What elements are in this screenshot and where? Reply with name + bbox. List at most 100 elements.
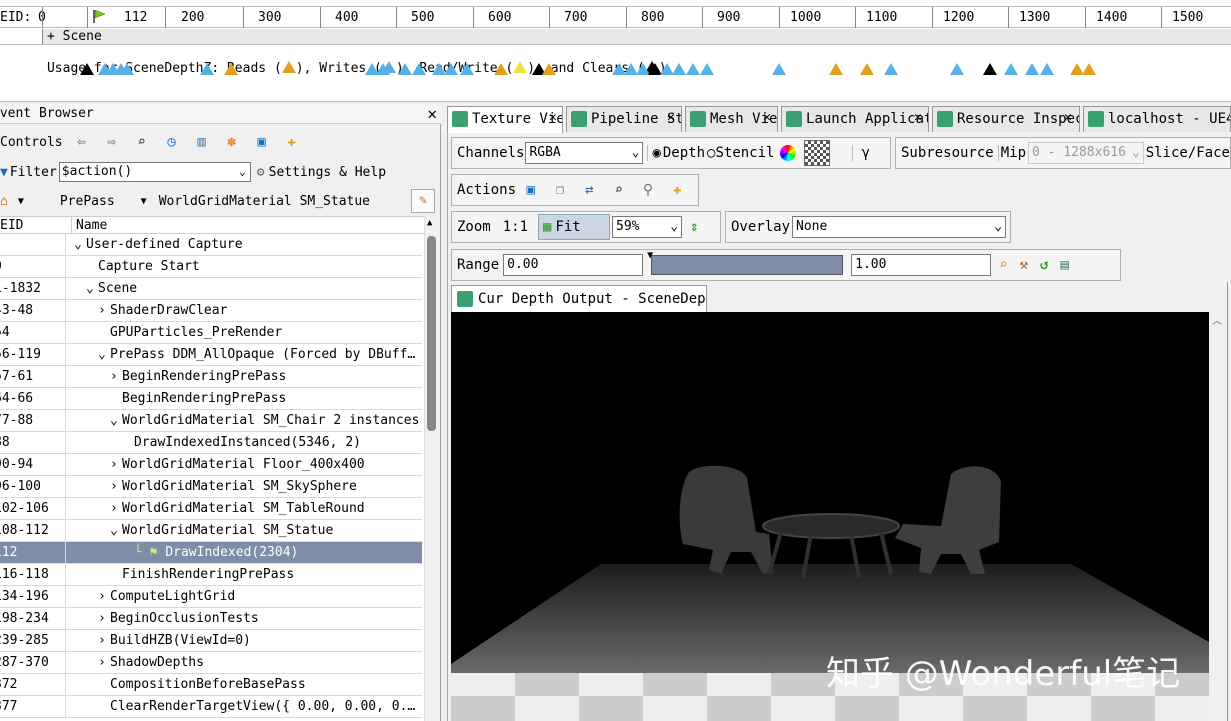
binoculars-icon[interactable]: ⌕ bbox=[133, 133, 151, 151]
usage-marker[interactable] bbox=[398, 63, 412, 75]
fit-button[interactable]: ▦ Fit bbox=[538, 214, 611, 240]
chevron-right-icon[interactable]: › bbox=[98, 586, 110, 607]
usage-marker[interactable] bbox=[460, 63, 474, 75]
chevron-down-icon[interactable]: ▼ bbox=[141, 196, 147, 207]
tree-row[interactable]: 198-234 ›BeginOcclusionTests bbox=[0, 608, 422, 630]
range-slider[interactable]: ▼ △ bbox=[647, 250, 847, 281]
puzzle-icon[interactable]: ✚ bbox=[283, 133, 301, 151]
viewport-scrollbar[interactable]: ︿ bbox=[1209, 312, 1225, 721]
clock-icon[interactable]: ◷ bbox=[163, 133, 181, 151]
event-tree[interactable]: ⌄User-defined Capture0Capture Start1-183… bbox=[0, 234, 424, 721]
usage-marker[interactable] bbox=[950, 63, 964, 75]
zoom-ratio-button[interactable]: 1:1 bbox=[503, 219, 528, 235]
breadcrumb-item[interactable]: PrePass bbox=[60, 194, 115, 209]
depth-radio[interactable]: ◉ bbox=[647, 145, 661, 161]
tree-row[interactable]: 88 DrawIndexedInstanced(5346, 2) bbox=[0, 432, 422, 454]
usage-marker[interactable] bbox=[494, 63, 508, 75]
chevron-right-icon[interactable]: › bbox=[98, 630, 110, 651]
tree-row[interactable]: 0 Capture Start bbox=[0, 256, 422, 278]
tree-row[interactable]: 112 └ ⚑ DrawIndexed(2304) bbox=[0, 542, 422, 564]
stencil-radio[interactable]: ○ bbox=[707, 145, 715, 161]
chevron-right-icon[interactable]: › bbox=[98, 608, 110, 629]
tab-launch-application[interactable]: Launch Application bbox=[781, 106, 929, 132]
tree-row[interactable]: 377 ClearRenderTargetView({ 0.00, 0.00, 0… bbox=[0, 696, 422, 718]
view-tab[interactable]: Cur Depth Output - SceneDepthZ bbox=[451, 285, 707, 312]
chevron-down-icon[interactable]: ⌄ bbox=[110, 410, 122, 431]
usage-marker[interactable] bbox=[444, 63, 458, 75]
tree-row[interactable]: 102-106 ›WorldGridMaterial SM_TableRound bbox=[0, 498, 422, 520]
puzzle-icon[interactable]: ✚ bbox=[669, 181, 686, 199]
range-max-input[interactable]: 1.00 bbox=[851, 254, 992, 276]
mip-select[interactable]: 0 - 1288x616 ⌄ bbox=[1028, 142, 1144, 164]
channels-select[interactable]: RGBA ⌄ bbox=[525, 142, 644, 164]
usage-marker[interactable] bbox=[1025, 63, 1039, 75]
tree-row[interactable]: 116-118 FinishRenderingPrePass bbox=[0, 564, 422, 586]
usage-marker[interactable] bbox=[542, 63, 556, 75]
close-icon[interactable]: ✕ bbox=[427, 104, 437, 124]
chevron-right-icon[interactable]: › bbox=[110, 454, 122, 475]
tree-row[interactable]: 54 GPUParticles_PreRender bbox=[0, 322, 422, 344]
column-header-name[interactable]: Name bbox=[76, 217, 107, 234]
usage-marker[interactable] bbox=[200, 63, 214, 75]
usage-marker[interactable] bbox=[1040, 63, 1054, 75]
color-wheel-icon[interactable] bbox=[780, 145, 797, 161]
zoom-select[interactable]: 59% ⌄ bbox=[612, 216, 683, 238]
range-min-input[interactable]: 0.00 bbox=[503, 254, 644, 276]
save-icon[interactable]: ▣ bbox=[253, 133, 271, 151]
scroll-up-icon[interactable]: ▲ bbox=[427, 218, 432, 228]
usage-marker[interactable] bbox=[983, 63, 997, 75]
chevron-down-icon[interactable]: ⌄ bbox=[98, 344, 110, 365]
scrollbar-thumb[interactable] bbox=[427, 236, 436, 431]
close-icon[interactable]: ✕ bbox=[1064, 110, 1072, 125]
filter-input[interactable]: $action() ⌄ bbox=[58, 162, 251, 182]
usage-marker[interactable] bbox=[772, 63, 786, 75]
chevron-down-icon[interactable]: ⌄ bbox=[74, 234, 86, 255]
wand-icon[interactable]: ⚒ bbox=[1020, 257, 1028, 273]
usage-marker[interactable] bbox=[1082, 63, 1096, 75]
gear-icon[interactable]: ⚙ bbox=[257, 165, 265, 180]
binoculars-icon[interactable]: ⌕ bbox=[610, 181, 627, 199]
tree-row[interactable]: 1-1832 ⌄Scene bbox=[0, 278, 422, 300]
close-icon[interactable]: ✕ bbox=[549, 110, 557, 125]
zoom-range-icon[interactable]: ⌕ bbox=[999, 257, 1007, 273]
chevron-right-icon[interactable]: › bbox=[110, 366, 122, 387]
usage-marker[interactable] bbox=[120, 63, 134, 75]
usage-marker[interactable] bbox=[884, 63, 898, 75]
usage-marker[interactable] bbox=[700, 63, 714, 75]
usage-marker[interactable] bbox=[672, 63, 686, 75]
usage-marker[interactable] bbox=[1004, 63, 1018, 75]
save-icon[interactable]: ▣ bbox=[522, 181, 539, 199]
column-header-eid[interactable]: EID bbox=[0, 217, 72, 234]
tree-row[interactable]: 57-61 ›BeginRenderingPrePass bbox=[0, 366, 422, 388]
current-event-flag-icon[interactable] bbox=[92, 9, 106, 23]
timeline-icon[interactable]: ▥ bbox=[193, 133, 211, 151]
tree-row[interactable]: 56-119 ⌄PrePass DDM_AllOpaque (Forced by … bbox=[0, 344, 422, 366]
tree-row[interactable]: 134-196 ›ComputeLightGrid bbox=[0, 586, 422, 608]
bookmark-icon[interactable]: ✽ bbox=[223, 133, 241, 151]
close-icon[interactable]: ✕ bbox=[763, 110, 771, 125]
arrow-left-icon[interactable]: ⇦ bbox=[73, 133, 91, 151]
usage-marker[interactable] bbox=[860, 63, 874, 75]
chevron-right-icon[interactable]: › bbox=[98, 300, 110, 321]
tab-resource-inspector[interactable]: Resource Inspector bbox=[932, 106, 1080, 132]
scene-band[interactable]: + Scene bbox=[42, 29, 1231, 44]
tree-row[interactable]: 96-100 ›WorldGridMaterial SM_SkySphere bbox=[0, 476, 422, 498]
scroll-up-icon[interactable]: ︿ bbox=[1212, 312, 1222, 327]
tree-row[interactable]: 64-66 BeginRenderingPrePass bbox=[0, 388, 422, 410]
copy-icon[interactable]: ❐ bbox=[551, 181, 568, 199]
tree-row[interactable]: 287-370 ›ShadowDepths bbox=[0, 652, 422, 674]
tree-row[interactable]: 77-88 ⌄WorldGridMaterial SM_Chair 2 insta… bbox=[0, 410, 422, 432]
arrow-right-icon[interactable]: ⇨ bbox=[103, 133, 121, 151]
usage-marker[interactable] bbox=[224, 63, 238, 75]
settings-help-button[interactable]: Settings & Help bbox=[269, 165, 386, 180]
tree-row[interactable]: 90-94 ›WorldGridMaterial Floor_400x400 bbox=[0, 454, 422, 476]
tab-pipeline-state[interactable]: Pipeline State bbox=[566, 106, 682, 132]
gamma-button[interactable]: γ bbox=[852, 145, 870, 161]
overlay-select[interactable]: None ⌄ bbox=[792, 216, 1007, 238]
goto-icon[interactable]: ⇄ bbox=[581, 181, 598, 199]
reset-icon[interactable]: ↺ bbox=[1040, 257, 1048, 273]
histogram-icon[interactable]: ▤ bbox=[1060, 257, 1068, 273]
chevron-right-icon[interactable]: › bbox=[110, 498, 122, 519]
flip-icon[interactable]: ⇕ bbox=[690, 219, 698, 235]
edit-icon[interactable]: ✎ bbox=[411, 189, 435, 213]
